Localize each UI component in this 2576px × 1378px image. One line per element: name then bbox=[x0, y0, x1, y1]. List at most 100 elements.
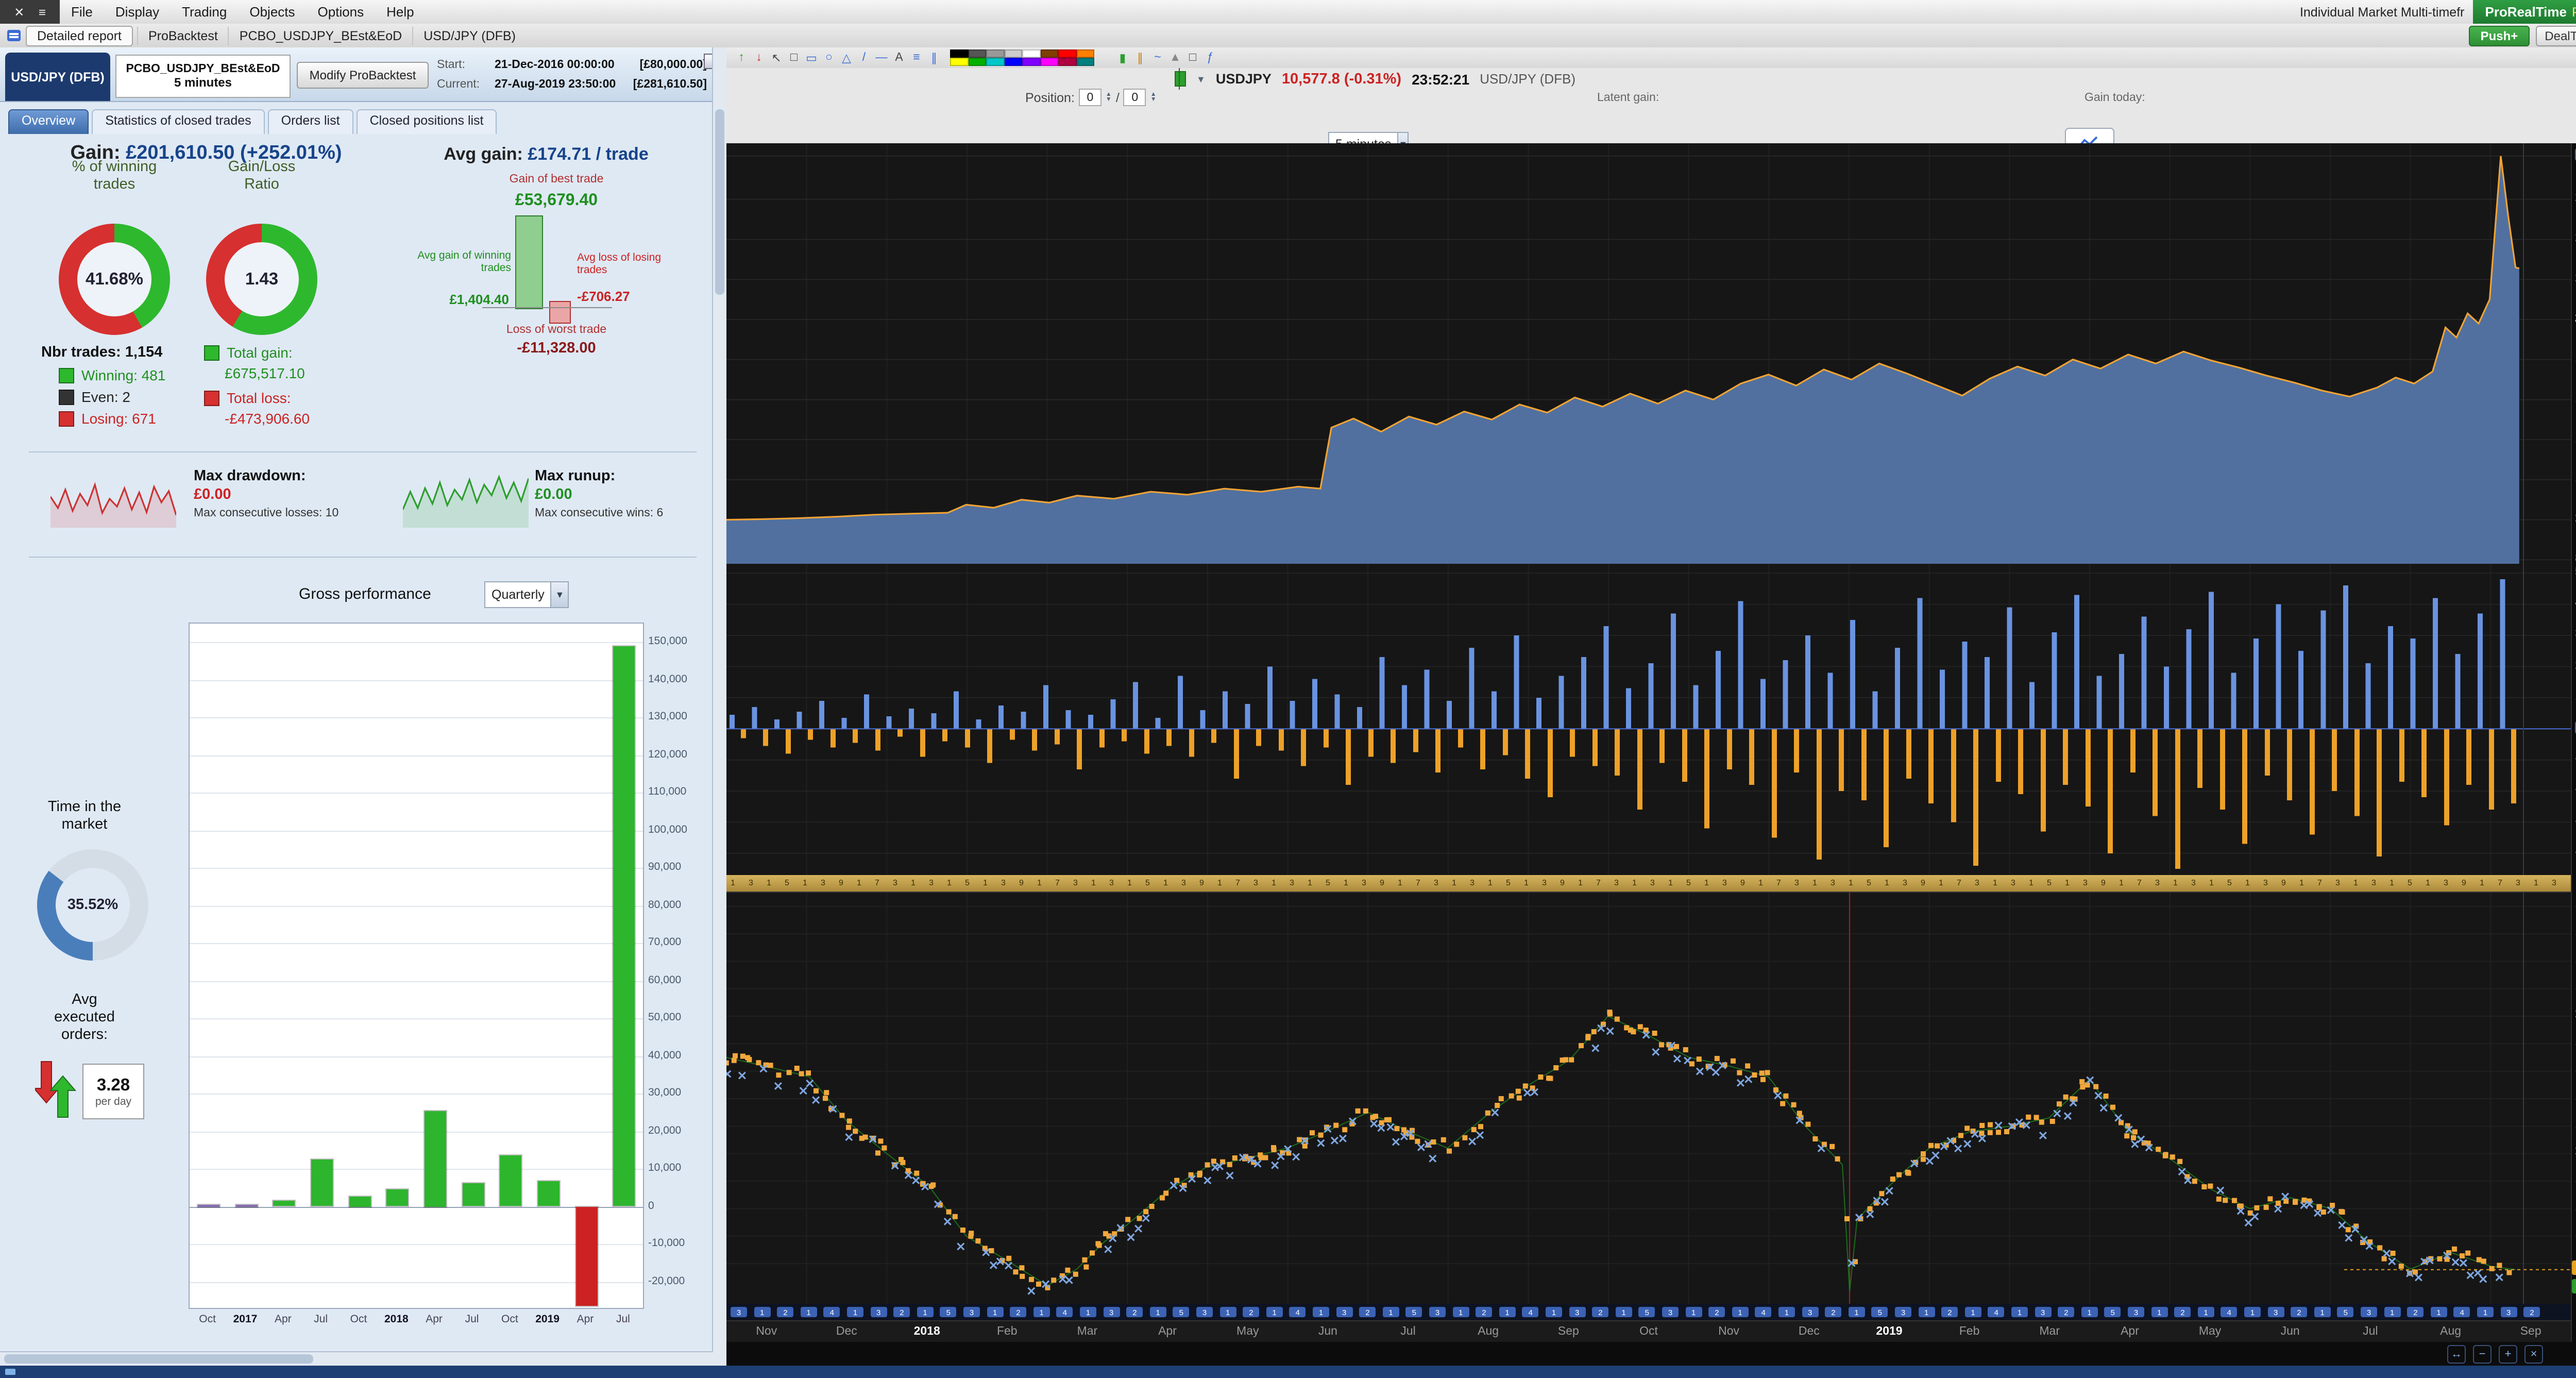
trade-count-number: 3 bbox=[1073, 878, 1078, 887]
doc-tab-usd-jpy-dfb-[interactable]: USD/JPY (DFB) bbox=[412, 26, 526, 45]
menu-objects[interactable]: Objects bbox=[238, 4, 306, 20]
x-axis-label: 2019 bbox=[535, 1313, 560, 1325]
chevron-down-icon[interactable]: ▼ bbox=[1196, 74, 1206, 84]
menu-file[interactable]: File bbox=[60, 4, 104, 20]
menu-options[interactable]: Options bbox=[307, 4, 376, 20]
legend-label: Losing: 671 bbox=[81, 410, 156, 427]
palette-swatch-7[interactable] bbox=[1076, 49, 1094, 58]
dealthru-button[interactable]: DealThru bbox=[2535, 25, 2576, 46]
pan-horizontal-icon[interactable]: ↔ bbox=[2447, 1345, 2466, 1363]
drawdown-sub: Max consecutive losses: 10 bbox=[194, 507, 339, 519]
performance-bar bbox=[536, 1180, 561, 1207]
grid-view-icon[interactable]: □ bbox=[1185, 49, 1200, 66]
trade-count-number: 3 bbox=[821, 878, 825, 887]
menu-display[interactable]: Display bbox=[104, 4, 171, 20]
doc-tab-detailed-report[interactable]: Detailed report bbox=[26, 25, 133, 46]
segment-tool-icon[interactable]: / bbox=[856, 49, 872, 66]
rectangle-tool-icon[interactable]: ▭ bbox=[804, 49, 819, 66]
trend-channel-tool-icon[interactable]: ∥ bbox=[926, 49, 942, 66]
line-chart-icon[interactable]: ~ bbox=[1150, 49, 1165, 66]
scrollbar-thumb[interactable] bbox=[715, 109, 724, 295]
triangle-tool-icon[interactable]: △ bbox=[839, 49, 854, 66]
doc-tab-pcbo-usdjpy-best-eod[interactable]: PCBO_USDJPY_BEst&EoD bbox=[228, 26, 412, 45]
push-button[interactable]: Push+ bbox=[2469, 25, 2530, 46]
report-tab-orders-list[interactable]: Orders list bbox=[267, 109, 353, 134]
palette-swatch-13[interactable] bbox=[1040, 58, 1058, 66]
position-quantity-input[interactable]: 0 bbox=[1078, 89, 1101, 106]
zoom-out-icon[interactable]: − bbox=[2473, 1345, 2492, 1363]
palette-swatch-1[interactable] bbox=[968, 49, 986, 58]
total-gain-label: Total gain: bbox=[227, 344, 293, 361]
palette-swatch-14[interactable] bbox=[1058, 58, 1076, 66]
trade-count-number: 5 bbox=[1867, 878, 1871, 887]
report-tab-statistics-of-closed-trades[interactable]: Statistics of closed trades bbox=[92, 109, 265, 134]
report-horizontal-scrollbar[interactable] bbox=[0, 1351, 713, 1366]
fibonacci-tool-icon[interactable]: ≡ bbox=[909, 49, 924, 66]
time-axis-label: Apr bbox=[1158, 1325, 1177, 1338]
position-stepper2[interactable]: ▲ ▼ bbox=[1150, 91, 1157, 103]
bar-count-segment: 5 bbox=[1638, 1307, 1655, 1317]
trade-count-number: 1 bbox=[1452, 878, 1456, 887]
bar-count-segment: 1 bbox=[1685, 1307, 1702, 1317]
candlestick-icon bbox=[1175, 68, 1186, 90]
position-quantity2-input[interactable]: 0 bbox=[1123, 89, 1146, 106]
palette-swatch-11[interactable] bbox=[1004, 58, 1022, 66]
bar-count-segment: 5 bbox=[2104, 1307, 2121, 1317]
cursor-tool-icon[interactable]: ↖ bbox=[769, 49, 784, 66]
bar-count-segment: 1 bbox=[2011, 1307, 2028, 1317]
text-tool-icon[interactable]: A bbox=[891, 49, 907, 66]
zoom-select-tool-icon[interactable]: □ bbox=[786, 49, 802, 66]
performance-bar bbox=[385, 1188, 410, 1207]
modify-probacktest-button[interactable]: Modify ProBacktest bbox=[297, 62, 429, 89]
trade-count-number: 1 bbox=[1524, 878, 1529, 887]
report-tab-closed-positions-list[interactable]: Closed positions list bbox=[356, 109, 497, 134]
candlestick-chart-icon[interactable]: ▮ bbox=[1115, 49, 1130, 66]
palette-swatch-8[interactable] bbox=[950, 58, 968, 66]
palette-swatch-2[interactable] bbox=[986, 49, 1004, 58]
bar-count-segment: 2 bbox=[2523, 1307, 2540, 1317]
position-stepper[interactable]: ▲ ▼ bbox=[1106, 91, 1112, 103]
palette-swatch-3[interactable] bbox=[1004, 49, 1022, 58]
palette-swatch-9[interactable] bbox=[968, 58, 986, 66]
bar-chart-icon[interactable]: ∥ bbox=[1132, 49, 1148, 66]
palette-swatch-5[interactable] bbox=[1040, 49, 1058, 58]
menu-help[interactable]: Help bbox=[375, 4, 426, 20]
sell-order-icon[interactable]: ↓ bbox=[751, 49, 767, 66]
trade-count-number: 5 bbox=[2227, 878, 2232, 887]
scrollbar-thumb[interactable] bbox=[4, 1354, 313, 1364]
area-chart-icon[interactable]: ▲ bbox=[1167, 49, 1183, 66]
time-axis-label: Mar bbox=[2039, 1325, 2060, 1338]
hline-tool-icon[interactable]: — bbox=[874, 49, 889, 66]
instrument-tab[interactable]: USD/JPY (DFB) bbox=[5, 53, 110, 101]
report-tab-overview[interactable]: Overview bbox=[8, 109, 89, 134]
palette-swatch-0[interactable] bbox=[950, 49, 968, 58]
indicator-icon[interactable]: ƒ bbox=[1202, 49, 1218, 66]
palette-swatch-15[interactable] bbox=[1076, 58, 1094, 66]
reset-zoom-icon[interactable]: × bbox=[2524, 1345, 2543, 1363]
close-icon[interactable]: ✕ bbox=[14, 5, 24, 19]
report-vertical-scrollbar[interactable] bbox=[712, 47, 726, 1366]
buy-order-icon[interactable]: ↑ bbox=[734, 49, 749, 66]
palette-swatch-6[interactable] bbox=[1058, 49, 1076, 58]
bar-count-segment: 2 bbox=[893, 1307, 910, 1317]
doc-tab-probacktest[interactable]: ProBacktest bbox=[137, 26, 228, 45]
menu-icon[interactable]: ≡ bbox=[39, 5, 46, 19]
time-axis-label: Jul bbox=[2363, 1325, 2378, 1338]
bar-count-segment: 1 bbox=[2384, 1307, 2401, 1317]
taskbar-icon[interactable] bbox=[5, 1369, 15, 1375]
palette-swatch-4[interactable] bbox=[1022, 49, 1040, 58]
legend-swatch bbox=[59, 367, 74, 383]
trade-count-number: 1 bbox=[1704, 878, 1709, 887]
symbol-label[interactable]: USDJPY bbox=[1216, 71, 1272, 87]
zoom-in-icon[interactable]: + bbox=[2499, 1345, 2517, 1363]
ellipse-tool-icon[interactable]: ○ bbox=[821, 49, 837, 66]
palette-swatch-10[interactable] bbox=[986, 58, 1004, 66]
trade-count-number: 3 bbox=[1362, 878, 1366, 887]
avg-gain-summary: Avg gain: £174.71 / trade bbox=[392, 144, 701, 165]
menu-trading[interactable]: Trading bbox=[171, 4, 238, 20]
trade-histogram-panel bbox=[726, 564, 2571, 876]
gross-performance-period-select[interactable]: Quarterly ▼ bbox=[484, 581, 569, 608]
palette-swatch-12[interactable] bbox=[1022, 58, 1040, 66]
strategy-name: PCBO_USDJPY_BEst&EoD bbox=[126, 63, 280, 75]
legend-swatch bbox=[59, 389, 74, 405]
